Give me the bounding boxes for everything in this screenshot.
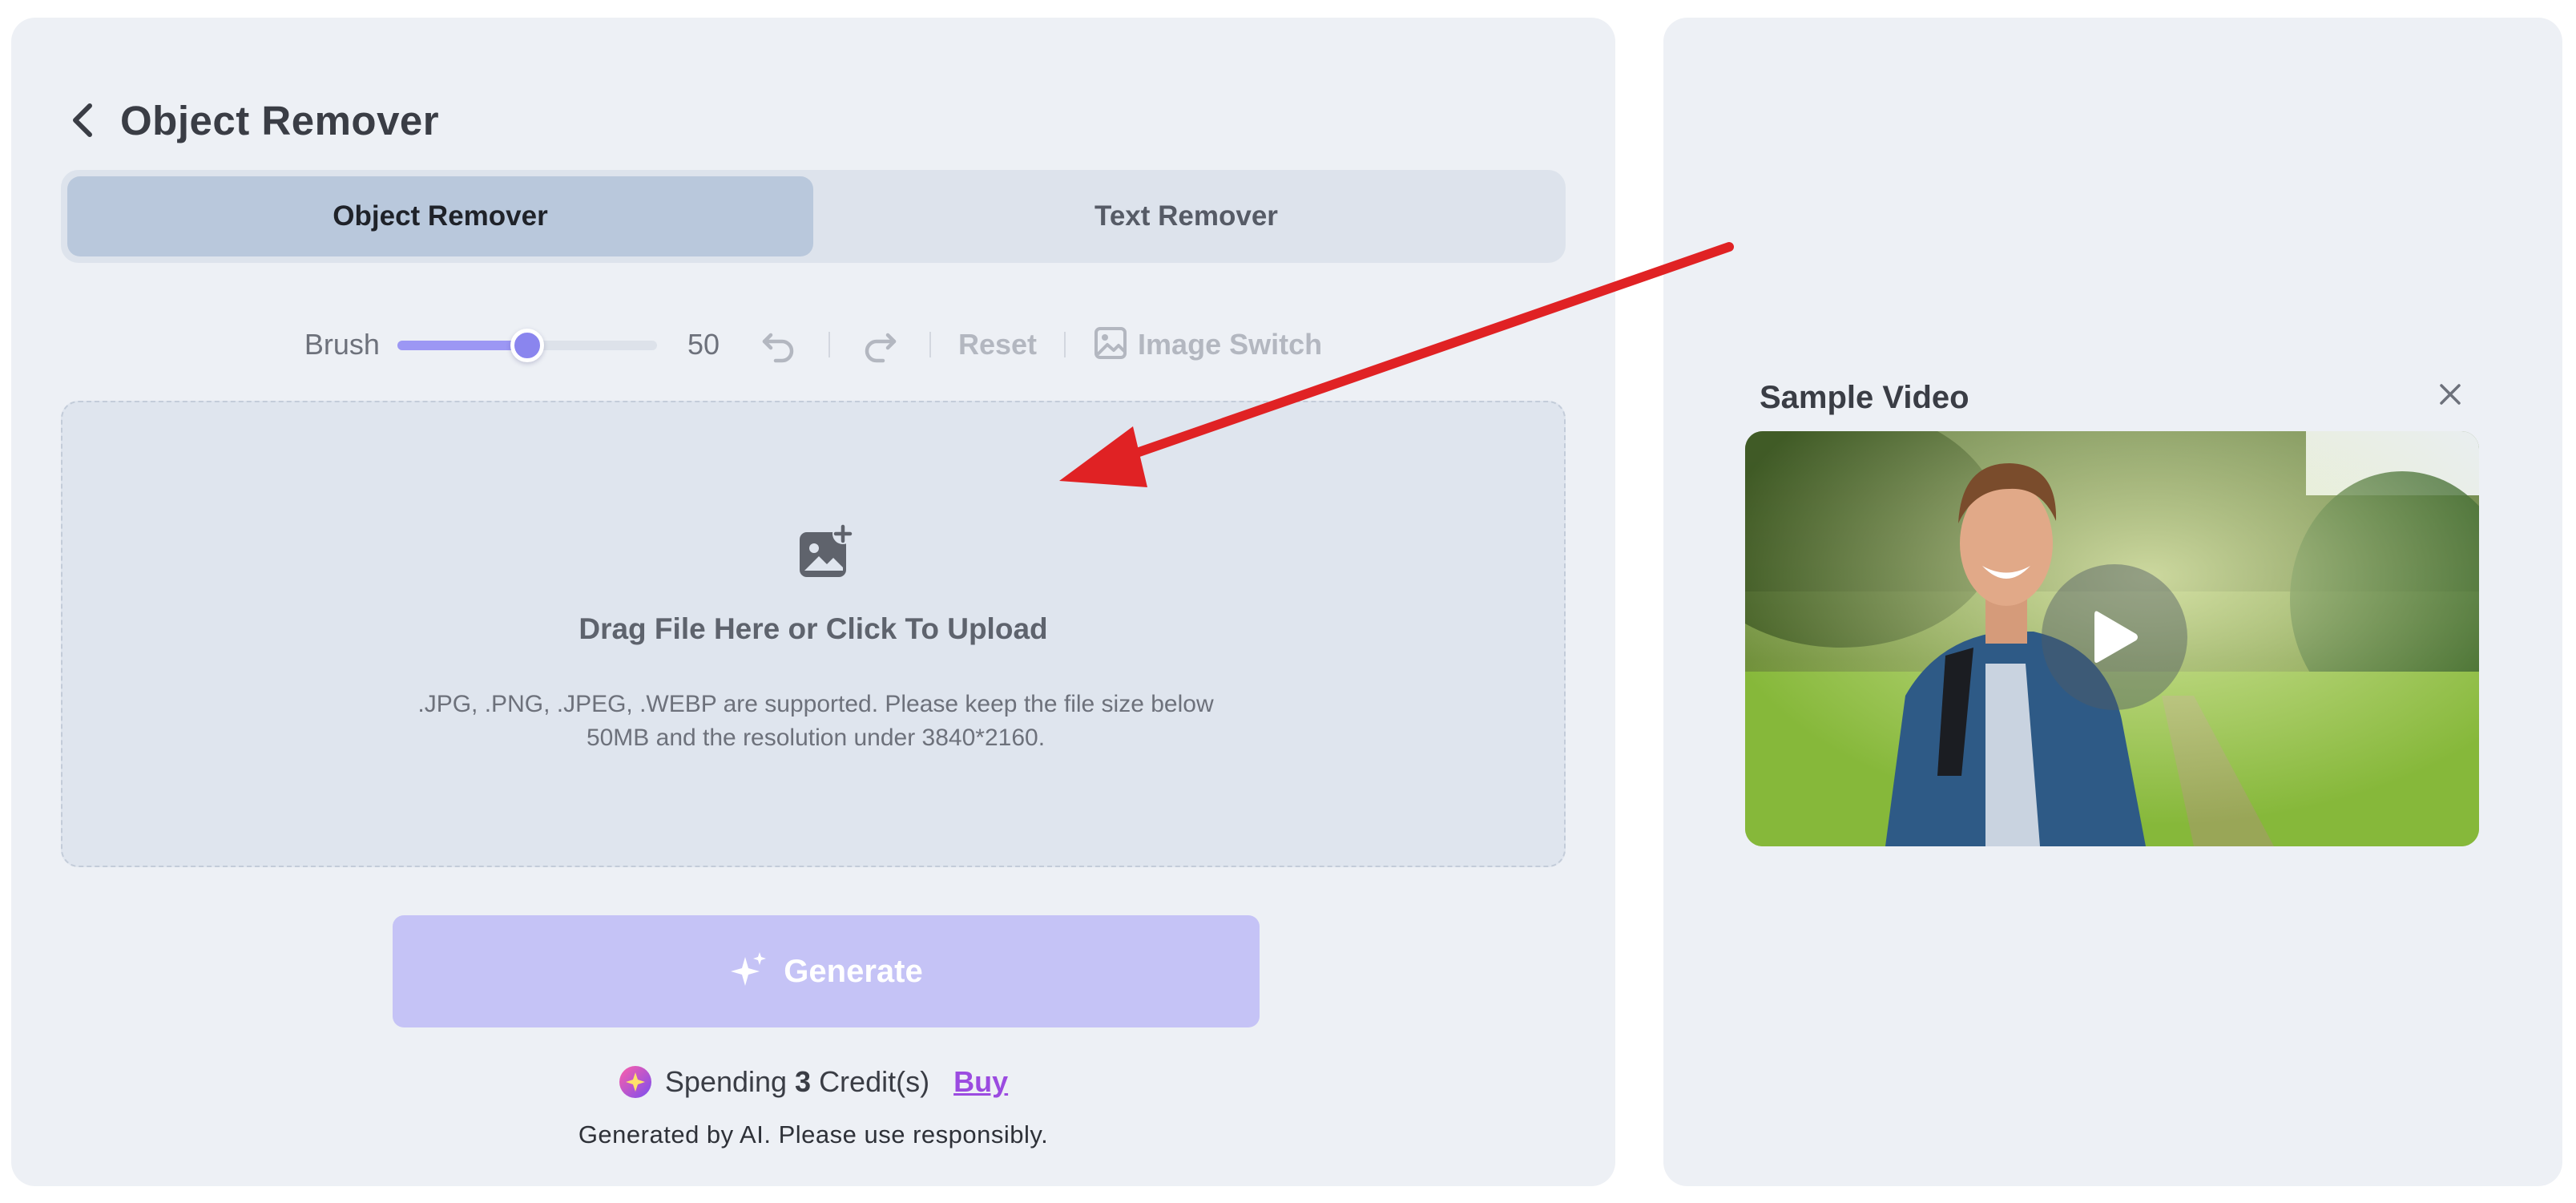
- generate-label: Generate: [784, 953, 923, 989]
- tab-text-remover[interactable]: Text Remover: [813, 176, 1559, 256]
- sample-panel: Sample Video: [1663, 18, 2562, 1186]
- back-arrow-icon[interactable]: [67, 88, 112, 152]
- sample-video-title: Sample Video: [1760, 380, 1969, 415]
- generate-button[interactable]: Generate: [393, 915, 1260, 1027]
- credits-count: 3: [795, 1065, 812, 1098]
- toolbar-divider: [1064, 332, 1066, 357]
- page-title: Object Remover: [120, 97, 440, 143]
- credits-row: Spending 3 Credit(s) Buy: [11, 1060, 1615, 1104]
- upload-title: Drag File Here or Click To Upload: [578, 612, 1048, 645]
- image-icon: [1093, 325, 1128, 365]
- mode-tabs: Object Remover Text Remover: [61, 170, 1566, 263]
- credit-coin-icon: [619, 1065, 652, 1099]
- toolbar-divider: [828, 332, 830, 357]
- ai-disclaimer: Generated by AI. Please use responsibly.: [578, 1120, 1049, 1149]
- redo-icon[interactable]: [857, 322, 902, 367]
- sparkle-icon: [729, 951, 769, 993]
- tool-panel: Object Remover Object Remover Text Remov…: [11, 18, 1615, 1186]
- undo-icon[interactable]: [756, 322, 801, 367]
- buy-link[interactable]: Buy: [953, 1065, 1008, 1099]
- page: Object Remover Object Remover Text Remov…: [0, 0, 2576, 1203]
- upload-hint: .JPG, .PNG, .JPEG, .WEBP are supported. …: [417, 691, 1214, 751]
- close-icon[interactable]: [2418, 362, 2482, 426]
- page-header: Object Remover: [67, 88, 439, 152]
- sample-video-player[interactable]: [1745, 431, 2479, 846]
- credits-suffix: Credit(s): [819, 1065, 930, 1098]
- play-icon[interactable]: [2042, 564, 2187, 710]
- brush-toolbar: Brush 50 Reset Image Switch: [11, 314, 1615, 375]
- upload-dropzone[interactable]: Drag File Here or Click To Upload .JPG, …: [61, 401, 1566, 867]
- image-switch-button[interactable]: Image Switch: [1093, 325, 1322, 365]
- reset-button[interactable]: Reset: [958, 328, 1037, 361]
- credits-prefix: Spending: [664, 1065, 788, 1098]
- image-switch-label: Image Switch: [1138, 328, 1323, 361]
- add-image-icon: [796, 523, 854, 580]
- slider-fill: [397, 341, 527, 350]
- slider-thumb[interactable]: [510, 329, 544, 362]
- brush-size-slider[interactable]: [397, 321, 657, 369]
- tab-object-remover[interactable]: Object Remover: [67, 176, 813, 256]
- brush-size-value: 50: [687, 328, 720, 361]
- brush-label: Brush: [304, 328, 380, 361]
- toolbar-divider: [929, 332, 931, 357]
